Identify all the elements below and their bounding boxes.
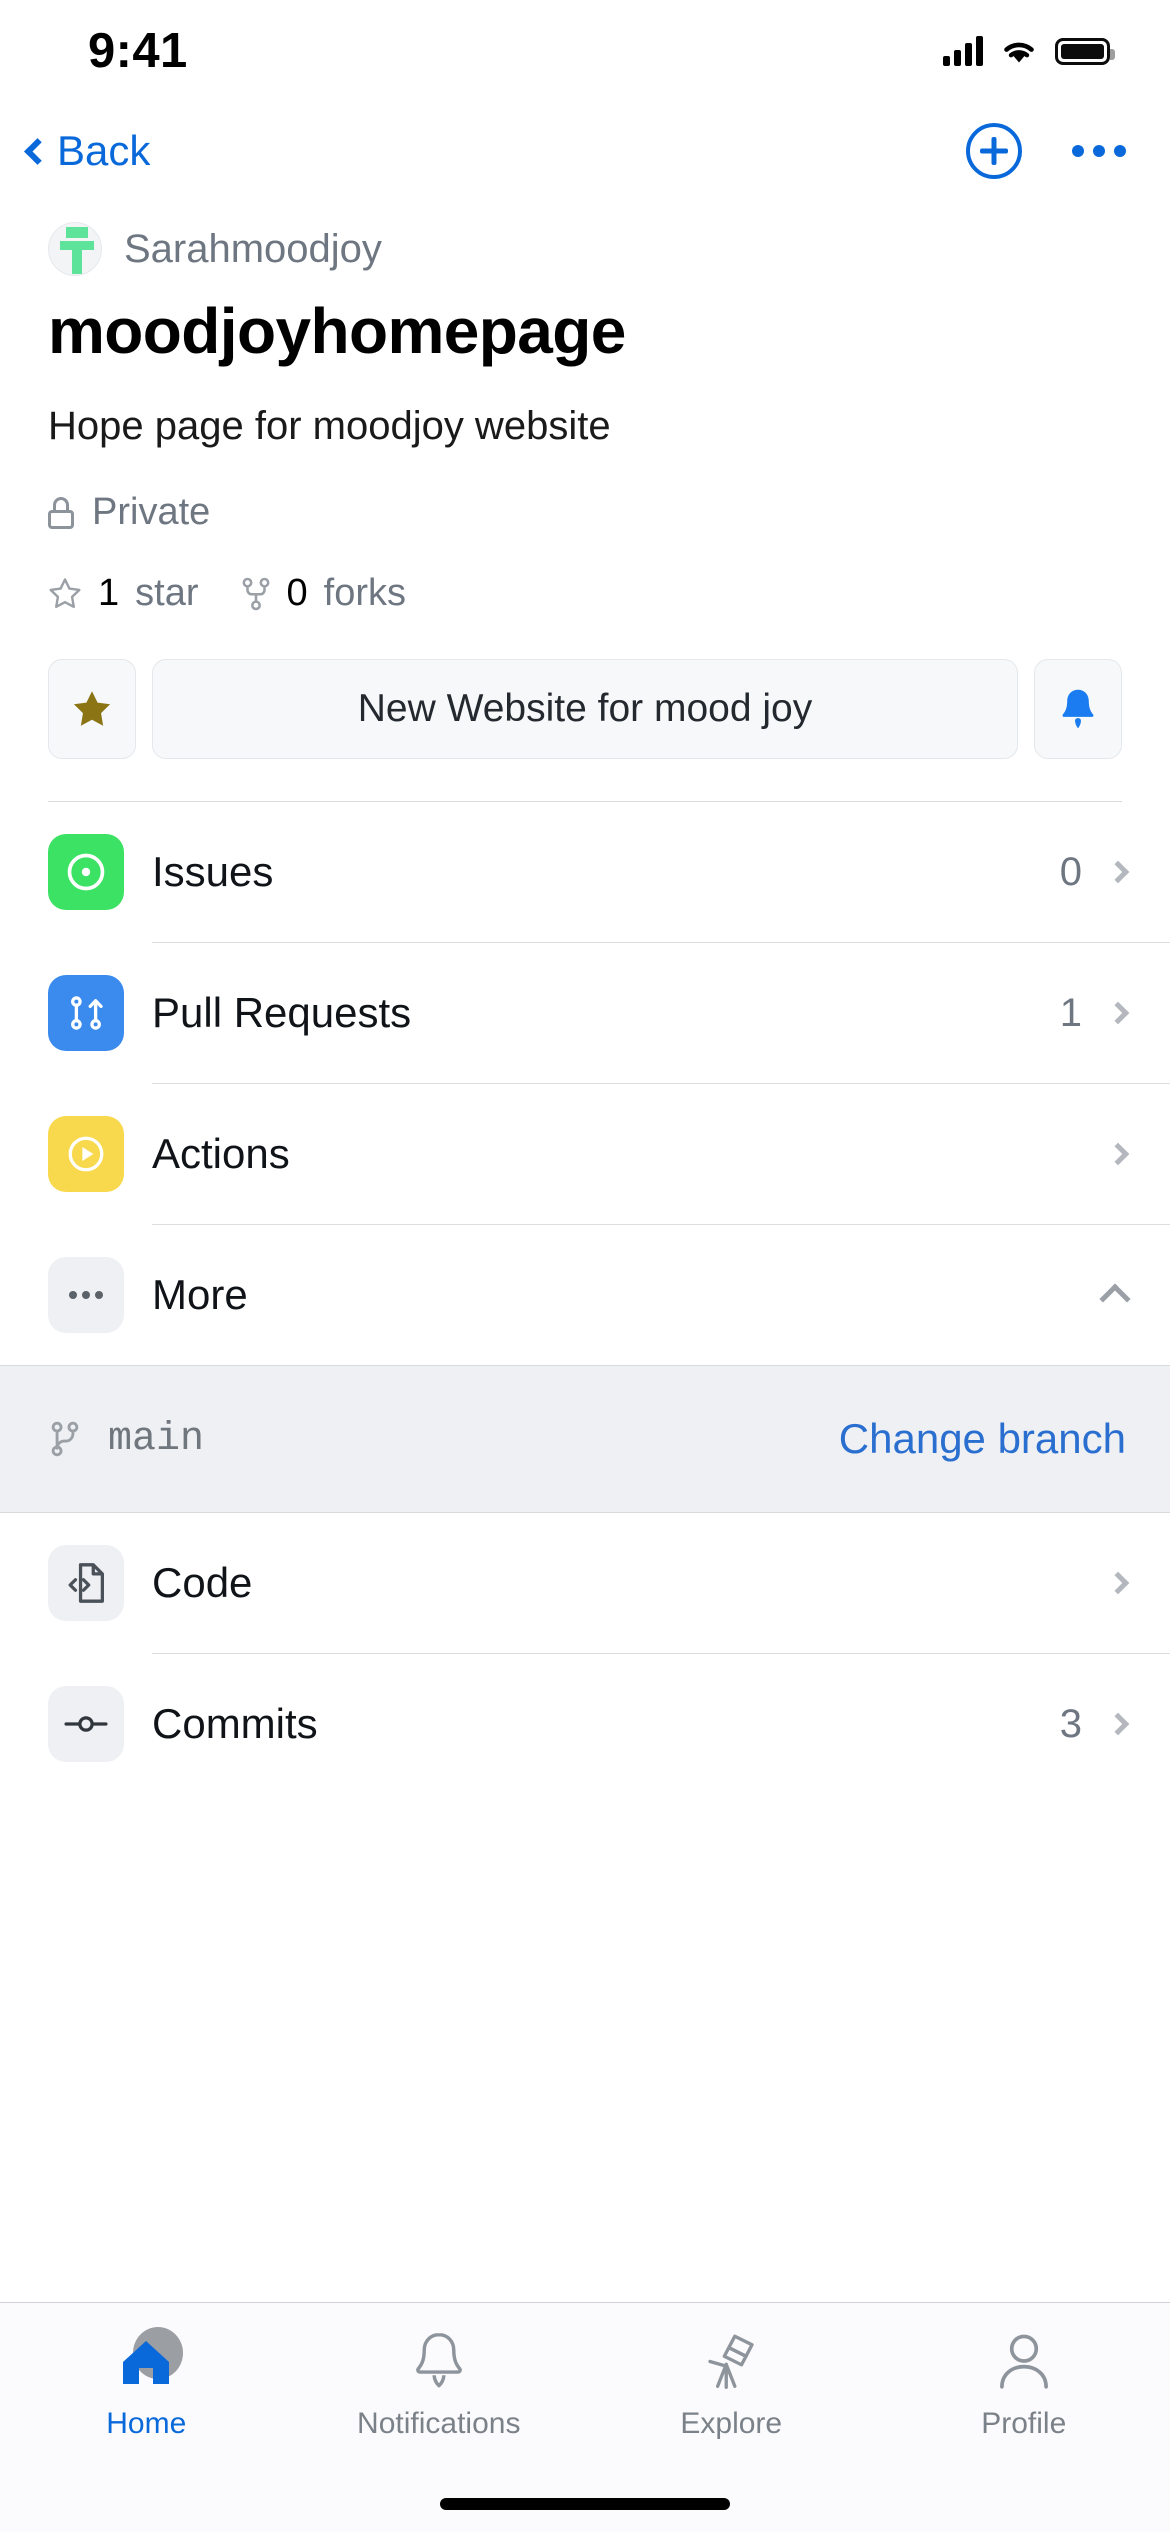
chevron-right-icon xyxy=(1106,1001,1130,1025)
menu-count: 3 xyxy=(1059,1701,1082,1746)
tab-home[interactable]: Home xyxy=(0,2325,293,2441)
repository-detail-screen: 9:41 Back Sarahmoodjoy moodjoyhomepage H… xyxy=(0,0,1170,2532)
wifi-icon xyxy=(1004,42,1034,63)
fork-icon xyxy=(242,577,269,610)
back-button[interactable]: Back xyxy=(22,127,150,175)
tab-label: Profile xyxy=(981,2407,1067,2440)
repository-menu-list: Issues 0 Pull Requests 1 Actions More xyxy=(0,802,1170,1365)
navigation-bar: Back xyxy=(0,102,1170,200)
ellipsis-icon xyxy=(48,1257,124,1333)
menu-label: More xyxy=(152,1271,248,1318)
repository-submenu-list: Code Commits 3 xyxy=(0,1513,1170,1794)
git-pull-request-icon xyxy=(48,975,124,1051)
chevron-right-icon xyxy=(1106,860,1130,884)
bell-outline-icon xyxy=(415,2332,462,2388)
stars-label: star xyxy=(135,572,199,614)
status-bar-time: 9:41 xyxy=(88,24,188,78)
lock-icon xyxy=(48,496,74,529)
current-branch: main xyxy=(48,1417,839,1462)
watch-button[interactable] xyxy=(1034,659,1122,759)
forks-count: 0 xyxy=(286,572,308,614)
primary-action-label: New Website for mood joy xyxy=(357,687,813,730)
telescope-icon xyxy=(708,2334,754,2389)
plus-circle-icon[interactable] xyxy=(966,123,1022,179)
stars-stat[interactable]: 1 star xyxy=(48,572,199,615)
status-bar-indicators xyxy=(943,36,1115,66)
primary-action-button[interactable]: New Website for mood joy xyxy=(152,659,1018,759)
repository-actions: New Website for mood joy xyxy=(48,659,1122,759)
nav-actions xyxy=(966,123,1126,179)
menu-label: Code xyxy=(152,1559,253,1606)
tab-profile[interactable]: Profile xyxy=(878,2325,1170,2441)
chevron-up-icon xyxy=(1099,1283,1131,1315)
menu-row-pull-requests[interactable]: Pull Requests 1 xyxy=(0,943,1170,1083)
menu-label: Pull Requests xyxy=(152,989,412,1036)
star-filled-icon xyxy=(73,691,111,726)
bell-filled-icon xyxy=(1062,689,1094,729)
git-commit-icon xyxy=(48,1686,124,1762)
ellipsis-icon[interactable] xyxy=(1072,135,1126,167)
repository-visibility: Private xyxy=(48,491,1122,534)
repository-owner[interactable]: Sarahmoodjoy xyxy=(48,222,1122,276)
star-button[interactable] xyxy=(48,659,136,759)
menu-label: Actions xyxy=(152,1130,290,1177)
forks-label: forks xyxy=(323,572,406,614)
menu-row-issues[interactable]: Issues 0 xyxy=(0,802,1170,942)
chevron-right-icon xyxy=(1106,1712,1130,1736)
stars-count: 1 xyxy=(98,572,120,614)
change-branch-button[interactable]: Change branch xyxy=(839,1415,1126,1463)
chevron-right-icon xyxy=(1106,1571,1130,1595)
chevron-right-icon xyxy=(1106,1142,1130,1166)
branch-selector-bar: main Change branch xyxy=(0,1365,1170,1513)
tab-label: Explore xyxy=(680,2407,783,2440)
bottom-tab-bar: Home Notifications Explore Profile xyxy=(0,2302,1170,2532)
play-circle-icon xyxy=(48,1116,124,1192)
tab-notifications[interactable]: Notifications xyxy=(293,2325,586,2441)
git-branch-icon xyxy=(51,1421,79,1457)
owner-name: Sarahmoodjoy xyxy=(124,226,382,271)
tab-label: Notifications xyxy=(357,2407,521,2440)
tab-explore[interactable]: Explore xyxy=(585,2325,878,2441)
issue-opened-icon xyxy=(48,834,124,910)
star-outline-icon xyxy=(49,578,81,609)
repository-name: moodjoyhomepage xyxy=(48,295,626,367)
tab-label: Home xyxy=(106,2407,187,2440)
owner-avatar-identicon xyxy=(48,222,102,276)
battery-icon xyxy=(1055,37,1115,65)
person-icon xyxy=(999,2334,1048,2389)
menu-row-commits[interactable]: Commits 3 xyxy=(0,1654,1170,1794)
menu-count: 0 xyxy=(1059,849,1082,894)
repository-header: Sarahmoodjoy moodjoyhomepage Hope page f… xyxy=(0,222,1170,802)
menu-count: 1 xyxy=(1059,990,1082,1035)
forks-stat[interactable]: 0 forks xyxy=(241,572,406,615)
home-icon xyxy=(123,2341,170,2384)
visibility-label: Private xyxy=(92,491,211,533)
file-code-icon xyxy=(48,1545,124,1621)
status-bar: 9:41 xyxy=(0,0,1170,102)
back-button-label: Back xyxy=(57,127,151,174)
repository-description: Hope page for moodjoy website xyxy=(48,404,611,448)
menu-row-actions[interactable]: Actions xyxy=(0,1084,1170,1224)
cellular-signal-icon xyxy=(943,36,983,66)
menu-row-code[interactable]: Code xyxy=(0,1513,1170,1653)
chevron-left-icon xyxy=(24,137,51,165)
branch-name: main xyxy=(108,1416,205,1462)
repository-stats: 1 star 0 forks xyxy=(48,572,1122,615)
home-indicator xyxy=(440,2498,730,2510)
menu-label: Commits xyxy=(152,1700,318,1747)
menu-label: Issues xyxy=(152,848,274,895)
menu-row-more[interactable]: More xyxy=(0,1225,1170,1365)
